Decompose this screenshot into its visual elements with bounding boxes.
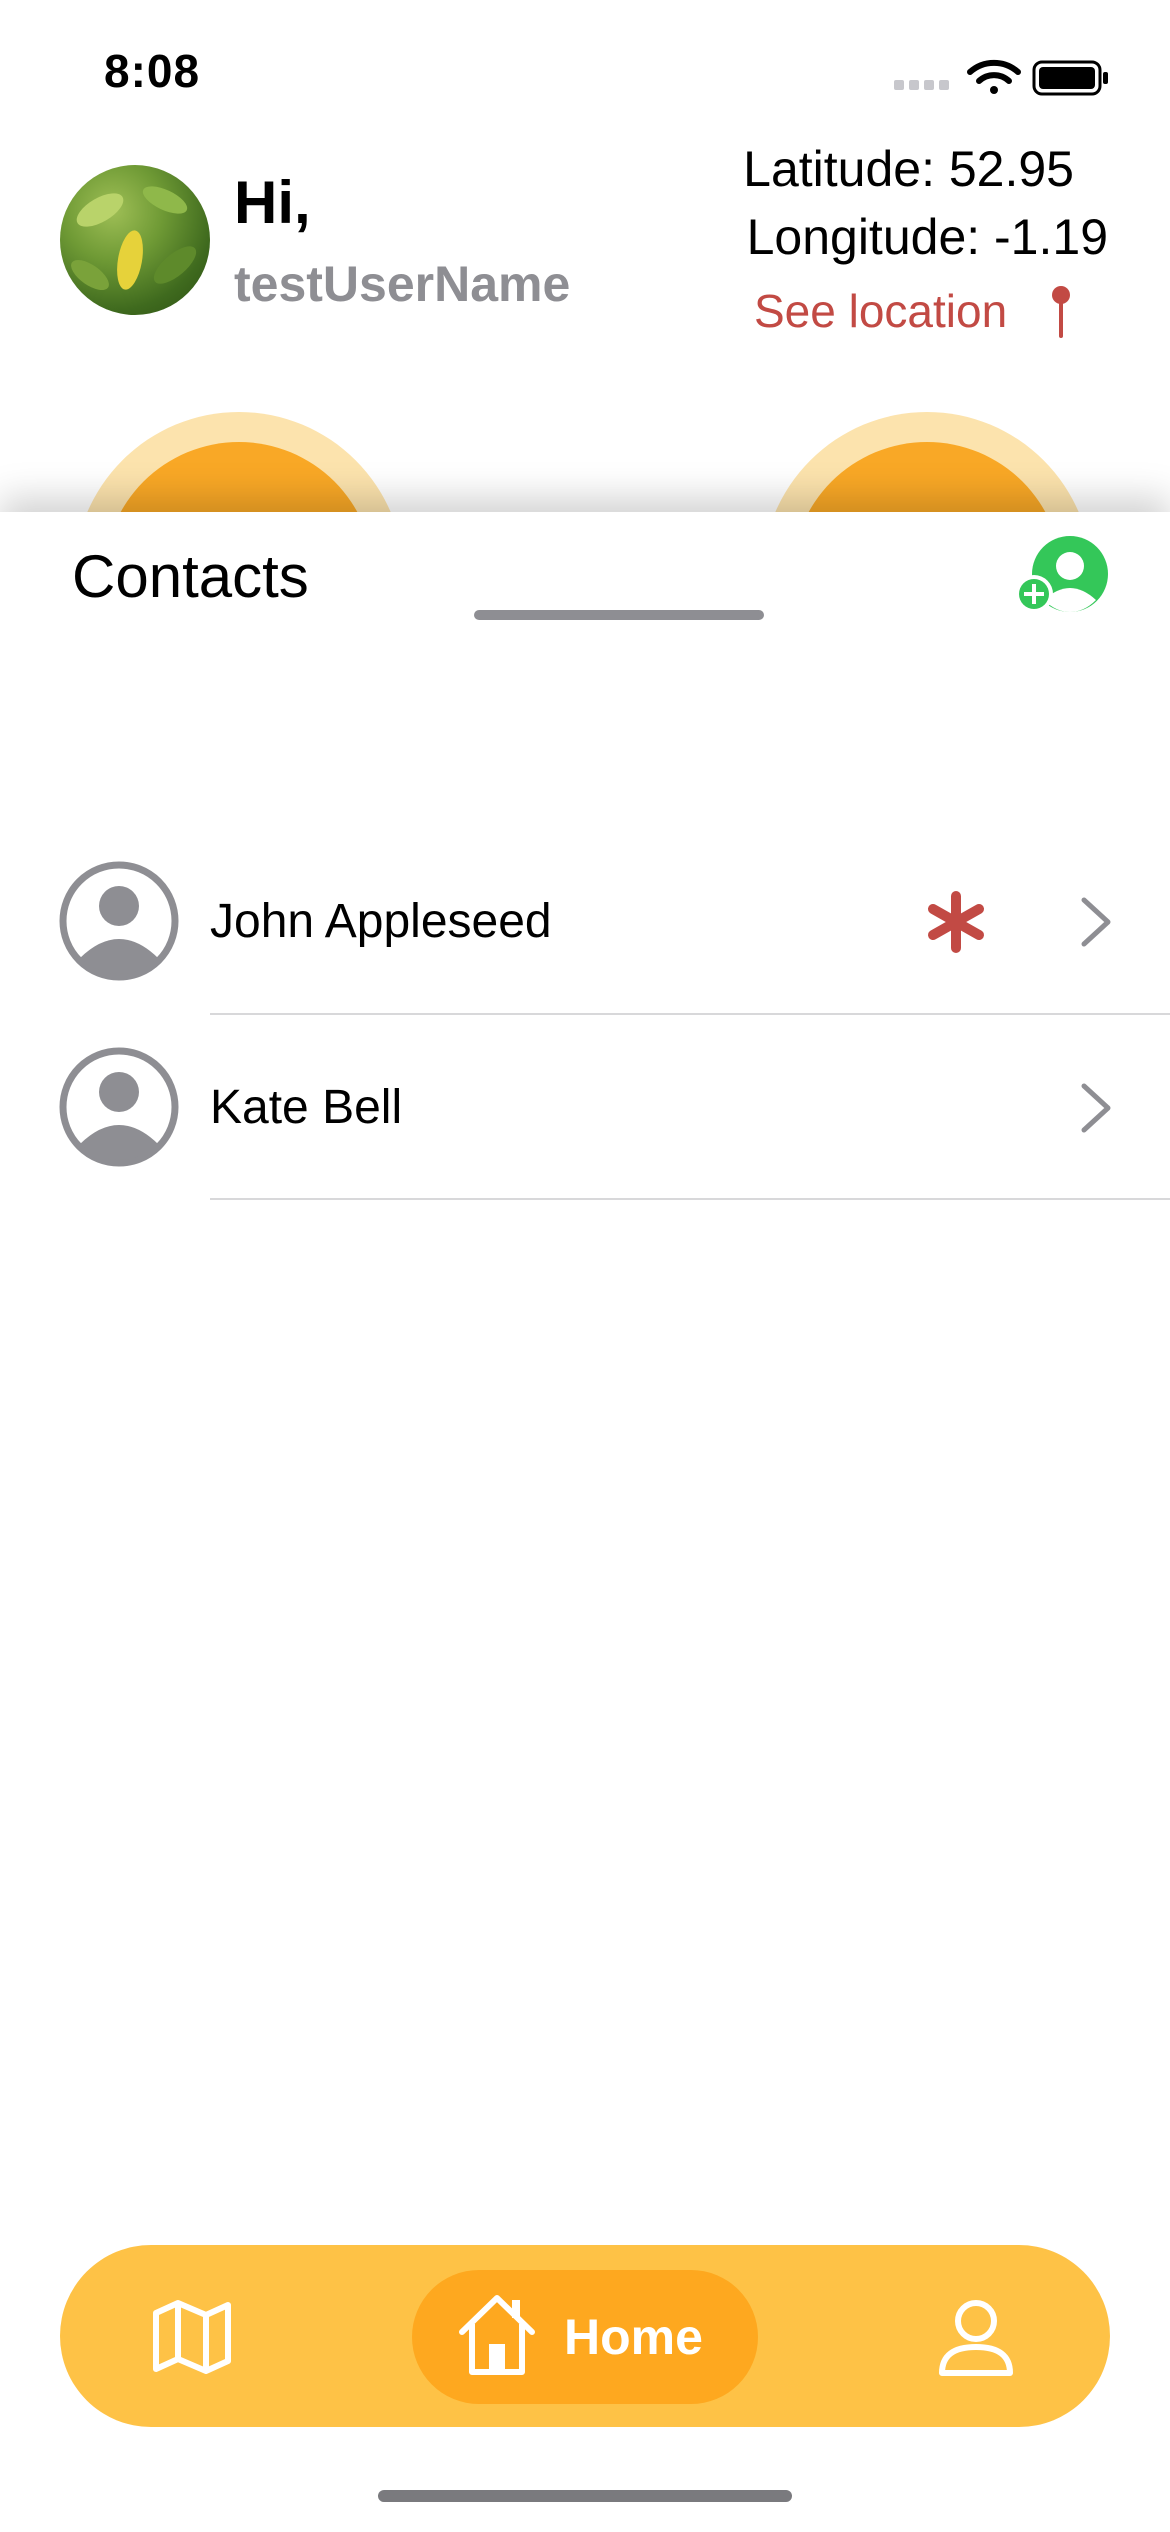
contact-row-kate[interactable]: Kate Bell bbox=[0, 1046, 1170, 1196]
status-icons bbox=[894, 59, 1108, 96]
profile-icon[interactable] bbox=[934, 2295, 1018, 2379]
contact-avatar-icon bbox=[59, 861, 179, 981]
tab-home-label: Home bbox=[564, 2309, 703, 2365]
contacts-sheet bbox=[0, 512, 1170, 2532]
avatar-photo bbox=[71, 186, 197, 291]
status-time: 8:08 bbox=[104, 45, 201, 97]
signal-icon bbox=[894, 80, 949, 90]
greeting: Hi, bbox=[234, 169, 311, 236]
home-indicator bbox=[378, 2490, 792, 2502]
home-icon bbox=[459, 2295, 535, 2375]
see-location-link[interactable]: See location bbox=[754, 284, 1007, 338]
latitude-text: Latitude: 52.95 bbox=[743, 141, 1074, 197]
add-contact-icon[interactable] bbox=[1014, 534, 1118, 618]
map-icon[interactable] bbox=[150, 2295, 234, 2379]
chevron-right-icon bbox=[1081, 897, 1111, 947]
map-pin-icon[interactable] bbox=[1046, 284, 1076, 340]
sheet-grabber[interactable] bbox=[474, 610, 764, 620]
wifi-icon bbox=[967, 59, 1021, 94]
chevron-right-icon bbox=[1081, 1083, 1111, 1133]
contacts-title: Contacts bbox=[72, 543, 309, 610]
user-avatar[interactable] bbox=[60, 165, 210, 315]
longitude-text: Longitude: -1.19 bbox=[746, 209, 1108, 265]
contact-row-john[interactable]: John Appleseed bbox=[0, 860, 1170, 1010]
row-separator bbox=[210, 1013, 1170, 1015]
battery-icon bbox=[1032, 60, 1108, 96]
asterisk-icon bbox=[928, 891, 984, 953]
contact-avatar-icon bbox=[59, 1047, 179, 1167]
row-separator bbox=[210, 1198, 1170, 1200]
contact-name: Kate Bell bbox=[210, 1081, 403, 1134]
username: testUserName bbox=[234, 256, 571, 312]
contact-name: John Appleseed bbox=[210, 895, 552, 948]
